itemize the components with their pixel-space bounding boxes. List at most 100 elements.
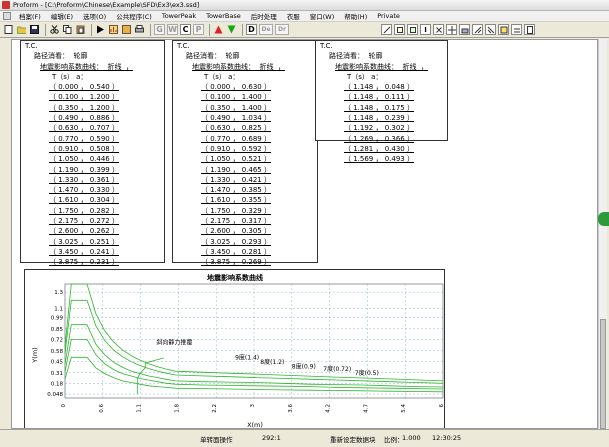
panel-subtitle: 路径消看： 轮廓	[34, 52, 88, 61]
table-row: （ 0.910 ， 0.592 ）	[173, 144, 317, 154]
status-scale: 1.000	[402, 434, 421, 442]
document-icon[interactable]	[3, 12, 11, 20]
triangle-up-icon[interactable]	[213, 24, 224, 35]
note-icon[interactable]	[498, 24, 509, 35]
chart-annotation: 7度(0.5)	[355, 369, 379, 377]
row-value: （ 1.050 ， 0.521 ）	[201, 155, 271, 164]
new-file-icon[interactable]	[3, 24, 14, 35]
draw-icon[interactable]	[381, 24, 392, 35]
x-tick-label: 3	[250, 404, 256, 408]
p-button[interactable]: P	[193, 24, 204, 35]
status-scale-label: 比例：	[384, 436, 404, 444]
row-value: （ 1.148 ， 0.111 ）	[344, 93, 414, 102]
table-row: （ 0.100 ， 1.200 ）	[21, 92, 164, 102]
menu-edit[interactable]: 编辑(E)	[46, 11, 78, 21]
menu-window[interactable]: 窗口(W)	[305, 11, 340, 21]
toolbar-separator	[209, 23, 210, 36]
table-row: （ 1.750 ， 0.282 ）	[21, 206, 164, 216]
app-icon	[2, 1, 10, 9]
table-row: （ 1.050 ， 0.446 ）	[21, 154, 164, 164]
table-row: （ 0.350 ， 1.200 ）	[21, 103, 164, 113]
menu-towerbase[interactable]: TowerBase	[201, 12, 246, 20]
menu-common[interactable]: 公共程序(C)	[111, 11, 157, 21]
menu-post[interactable]: 后时处理	[246, 11, 282, 21]
run-icon[interactable]	[95, 24, 106, 35]
row-value: （ 1.148 ， 0.239 ）	[344, 114, 414, 123]
row-value: （ 0.100 ， 1.200 ）	[49, 93, 119, 102]
table-row: （ 0.350 ， 1.400 ）	[173, 103, 317, 113]
member-icon[interactable]	[407, 24, 418, 35]
table-row: （ 0.770 ， 0.689 ）	[173, 134, 317, 144]
row-value: （ 3.875 ， 0.269 ）	[201, 258, 271, 267]
table-row: （ 3.025 ， 0.293 ）	[173, 237, 317, 247]
table-row: （ 1.050 ， 0.521 ）	[173, 154, 317, 164]
g-button[interactable]: G	[154, 24, 165, 35]
section-icon[interactable]	[485, 24, 496, 35]
table-row: （ 2.175 ， 0.272 ）	[21, 216, 164, 226]
chart-annotation: 斜向静力推覆	[156, 338, 192, 346]
chart-annotation: 9度(1.4)	[235, 354, 259, 362]
d-button[interactable]: D	[246, 24, 257, 35]
panel-subtitle: 路径消看： 轮廓	[329, 52, 383, 61]
title-bar: Proform - [C:\Proform\Chinese\Example\SF…	[0, 0, 609, 11]
toolbar-separator	[242, 23, 243, 36]
menu-clothing[interactable]: 衣服	[282, 11, 305, 21]
delete-icon[interactable]	[433, 24, 444, 35]
row-value: （ 3.450 ， 0.281 ）	[201, 247, 271, 256]
save-icon[interactable]	[29, 24, 40, 35]
row-value: （ 3.025 ， 0.251 ）	[49, 237, 119, 246]
node-icon[interactable]	[394, 24, 405, 35]
y-tick-label: 1.1	[54, 306, 63, 312]
scrollbar-thumb[interactable]	[600, 319, 606, 429]
load-icon[interactable]	[459, 24, 470, 35]
y-tick-label: 0.72	[51, 337, 63, 343]
table-row: （ 0.490 ， 0.886 ）	[21, 113, 164, 123]
row-value: （ 0.490 ， 1.034 ）	[201, 114, 271, 123]
triangle-down-icon[interactable]	[226, 24, 237, 35]
menu-file[interactable]: 档案(F)	[14, 11, 46, 21]
panel-curve-line: 地震影响系数曲线： 折线 ，	[335, 62, 428, 71]
copy-icon[interactable]	[62, 24, 73, 35]
dr-button[interactable]: Dr	[275, 24, 289, 35]
c-button[interactable]: C	[180, 24, 191, 35]
vertical-scrollbar[interactable]	[598, 39, 607, 429]
de-button[interactable]: De	[259, 24, 273, 35]
i-button[interactable]: I	[420, 24, 431, 35]
side-toggle-button[interactable]	[598, 212, 609, 226]
chart-icon[interactable]	[108, 24, 119, 35]
seismic-curve-chart[interactable]: 地震影响系数曲线 Y(m) X(m) 0 0.6 1.1 1.8 2.2 3 3.6 4.2 4…	[24, 269, 445, 428]
paste-icon[interactable]	[75, 24, 86, 35]
menu-towerpeak[interactable]: TowerPeak	[157, 12, 201, 20]
panel-curve-line: 地震影响系数曲线： 折线 ，	[192, 62, 285, 71]
material-icon[interactable]	[511, 24, 522, 35]
open-folder-icon[interactable]	[16, 24, 27, 35]
status-hint: 重新设定数据块	[330, 436, 376, 444]
report-sheet-icon[interactable]	[524, 24, 535, 35]
table-row: （ 0.910 ， 0.508 ）	[21, 144, 164, 154]
menu-private[interactable]: Private	[372, 12, 405, 20]
menu-options[interactable]: 选项(O)	[78, 11, 111, 21]
row-value: （ 1.281 ， 0.430 ）	[344, 144, 414, 153]
print-icon[interactable]	[134, 24, 145, 35]
table-row: （ 1.148 ， 0.175 ）	[316, 103, 447, 113]
grid-icon[interactable]	[446, 24, 457, 35]
w-button[interactable]: W	[167, 24, 178, 35]
table-row: （ 1.192 ， 0.302 ）	[316, 123, 447, 133]
row-value: （ 2.175 ， 0.272 ）	[49, 217, 119, 226]
x-tick-label: 0.6	[99, 404, 105, 413]
support-icon[interactable]	[472, 24, 483, 35]
status-coord: 292:1	[262, 434, 281, 442]
y-tick-label: 0.45	[51, 359, 64, 365]
table-row: （ 1.190 ， 0.465 ）	[173, 165, 317, 175]
row-value: （ 0.000 ， 0.630 ）	[201, 83, 271, 92]
menu-help[interactable]: 帮助(H)	[339, 11, 372, 21]
row-value: （ 0.000 ， 0.540 ）	[49, 83, 119, 92]
status-mode: 单转面操作	[200, 436, 233, 444]
row-value: （ 0.350 ， 1.400 ）	[201, 103, 271, 112]
toolbar: G W C P D De Dr I	[0, 22, 609, 38]
row-value: （ 1.190 ， 0.399 ）	[49, 165, 119, 174]
table-row: （ 1.470 ， 0.385 ）	[173, 185, 317, 195]
y-tick-label: 0.85	[51, 327, 64, 333]
cut-icon[interactable]	[49, 24, 60, 35]
report-icon[interactable]	[121, 24, 132, 35]
